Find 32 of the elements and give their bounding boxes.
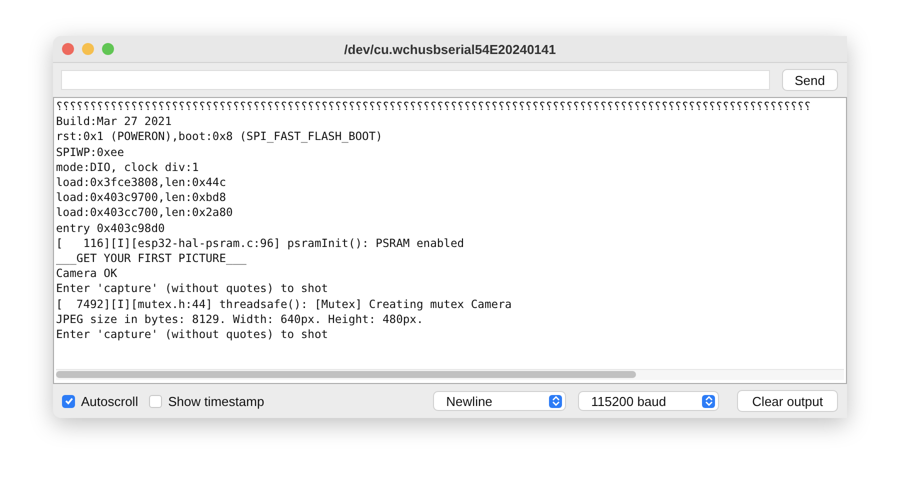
output-line: ___GET YOUR FIRST PICTURE___ [56, 251, 246, 266]
output-line: rst:0x1 (POWERON),boot:0x8 (SPI_FAST_FLASH_BOOT) [56, 129, 382, 145]
checkbox[interactable] [149, 394, 162, 408]
output-line: Build:Mar 27 2021 [56, 114, 172, 130]
horizontal-scrollbar[interactable] [56, 369, 844, 380]
checkbox-label[interactable]: Show timestamp [168, 394, 264, 408]
message-input-field[interactable] [61, 70, 770, 90]
checkbox-label[interactable]: Autoscroll [81, 394, 138, 408]
stepper-icon [549, 394, 562, 408]
output-line: load:0x403c9700,len:0xbd8 [56, 190, 226, 206]
output-line: Enter 'capture' (without quotes) to shot [56, 327, 328, 342]
baud-rate-select[interactable]: 115200 baud [578, 391, 720, 411]
window-title: /dev/cu.wchusbserial54E20240141 [344, 42, 556, 56]
output-line: entry 0x403c98d0 [56, 220, 165, 236]
output-line: SPIWP:0xee [56, 144, 124, 160]
checkbox[interactable] [62, 394, 75, 408]
output-line: Enter 'capture' (without quotes) to shot [56, 281, 328, 297]
output-line: load:0x3fce3808,len:0x44c [56, 175, 226, 190]
send-button[interactable]: Send [782, 69, 838, 91]
stepper-icon [702, 394, 716, 408]
output-line: [ 116][I][esp32-hal-psram.c:96] psramInit(): PSRAM enabled [56, 236, 464, 252]
output-line: ⸮⸮⸮⸮⸮⸮⸮⸮⸮⸮⸮⸮⸮⸮⸮⸮⸮⸮⸮⸮⸮⸮⸮⸮⸮⸮⸮⸮⸮⸮⸮⸮⸮⸮⸮⸮⸮⸮⸮⸮⸮⸮⸮⸮⸮⸮⸮⸮⸮⸮⸮⸮⸮⸮⸮⸮⸮⸮⸮⸮⸮⸮⸮⸮⸮⸮⸮⸮⸮⸮⸮⸮⸮⸮⸮⸮⸮⸮⸮⸮⸮⸮⸮⸮⸮⸮⸮⸮⸮⸮⸮⸮⸮⸮⸮⸮⸮⸮⸮⸮⸮⸮⸮⸮⸮⸮⸮⸮⸮⸮⸮ [56, 99, 811, 114]
line-ending-select[interactable]: Newline [433, 391, 566, 411]
minimize-icon[interactable] [82, 43, 94, 55]
close-icon[interactable] [62, 43, 74, 55]
clear-output-button[interactable]: Clear output [737, 390, 838, 412]
output-line: Camera OK [56, 266, 118, 282]
output-line: mode:DIO, clock div:1 [56, 160, 199, 176]
output-line: load:0x403cc700,len:0x2a80 [56, 205, 233, 221]
zoom-icon[interactable] [102, 43, 114, 55]
output-line: JPEG size in bytes: 8129. Width: 640px. Height: 480px. [56, 312, 424, 328]
output-line: [ 7492][I][mutex.h:44] threadsafe(): [Mutex] Creating mutex Camera [56, 296, 512, 312]
